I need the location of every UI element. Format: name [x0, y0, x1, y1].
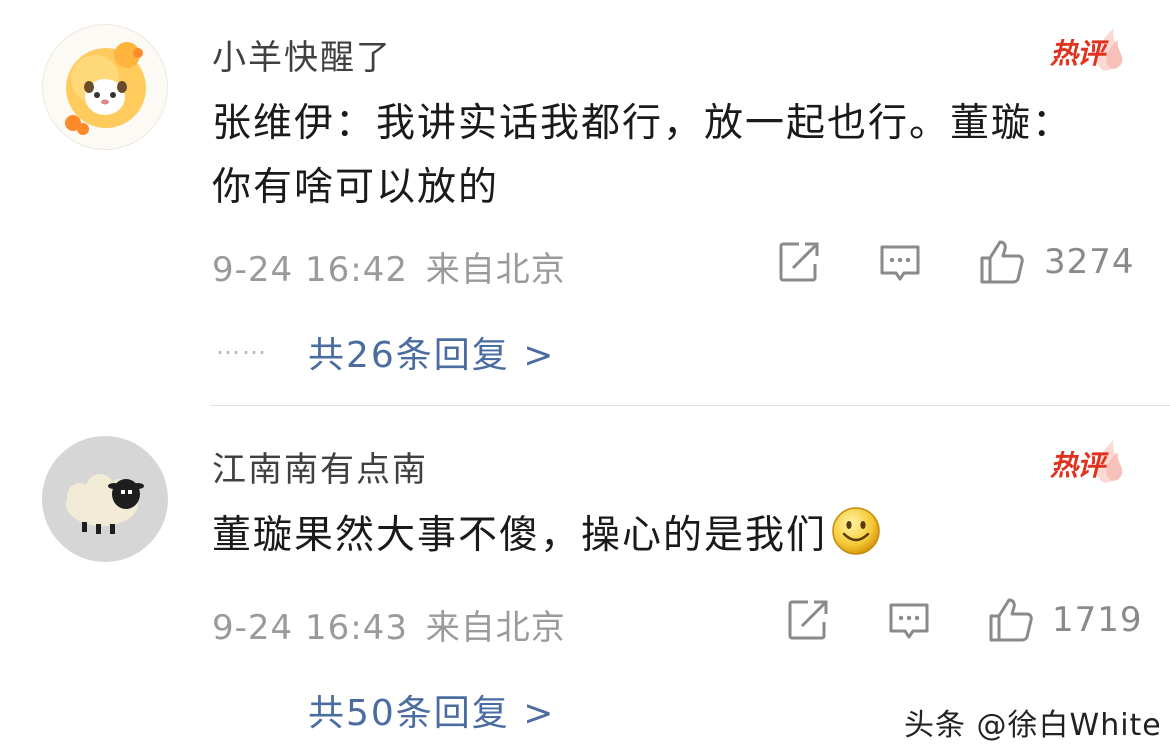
- watermark: 头条 @徐白White: [904, 708, 1162, 743]
- hot-label: 热评: [1050, 37, 1105, 70]
- comment-text: 张维伊：我讲实话我都行，放一起也行。董璇：你有啥可以放的: [212, 101, 1074, 210]
- divider: [210, 405, 1170, 406]
- smiley-face-icon: [832, 507, 880, 555]
- comment-meta: 9-24 16:43 来自北京: [212, 600, 566, 649]
- view-replies-link[interactable]: 共50条回复 >: [308, 684, 555, 736]
- duck-avatar-icon: [65, 42, 146, 135]
- location: 来自北京: [425, 250, 566, 290]
- location: 来自北京: [425, 608, 566, 648]
- like-count: 1719: [1052, 600, 1143, 640]
- username[interactable]: 小羊快醒了: [212, 30, 392, 79]
- share-icon[interactable]: [777, 240, 821, 284]
- reply-dots: ……: [216, 332, 268, 360]
- username[interactable]: 江南南有点南: [212, 442, 428, 491]
- hot-comment-badge: 热评: [1050, 430, 1130, 490]
- share-icon[interactable]: [786, 598, 830, 642]
- like-count: 3274: [1044, 242, 1135, 282]
- comment-text-content: 董璇果然大事不傻，操心的是我们: [212, 513, 828, 558]
- timestamp: 9-24 16:42: [212, 250, 408, 290]
- comment-text: 董璇果然大事不傻，操心的是我们: [212, 504, 1092, 568]
- sheep-avatar-icon: [66, 474, 144, 534]
- avatar[interactable]: [42, 24, 168, 150]
- avatar[interactable]: [42, 436, 168, 562]
- hot-comment-badge: 热评: [1050, 18, 1130, 78]
- like-icon[interactable]: [978, 238, 1026, 286]
- hot-label: 热评: [1050, 449, 1105, 482]
- like-icon[interactable]: [987, 596, 1035, 644]
- comment-meta: 9-24 16:42 来自北京: [212, 242, 566, 291]
- timestamp: 9-24 16:43: [212, 608, 408, 648]
- view-replies-link[interactable]: 共26条回复 >: [308, 326, 555, 378]
- comment-icon[interactable]: [878, 242, 922, 286]
- comment-icon[interactable]: [887, 600, 931, 644]
